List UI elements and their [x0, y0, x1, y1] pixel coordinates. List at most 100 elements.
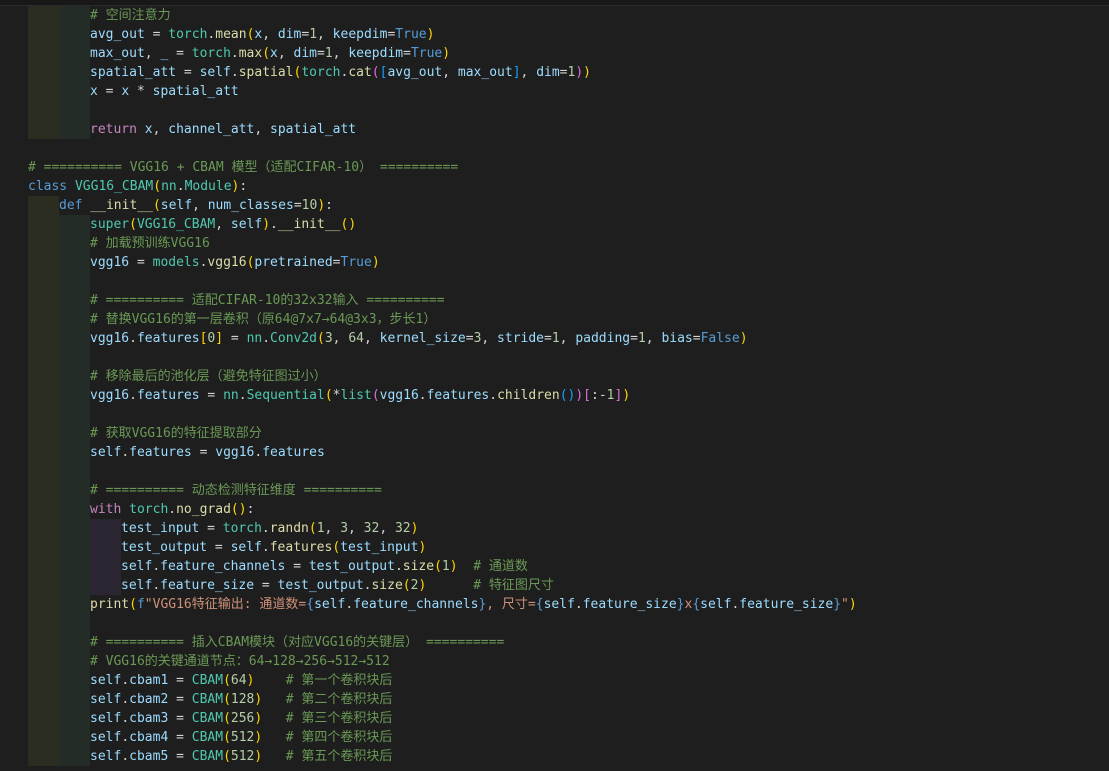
- code-line[interactable]: # 加载预训练VGG16: [90, 234, 210, 253]
- code-line[interactable]: spatial_att = self.spatial(torch.cat([av…: [90, 63, 591, 82]
- code-token: .: [121, 711, 130, 726]
- code-line[interactable]: # 空间注意力: [90, 6, 171, 25]
- code-token: x: [144, 122, 153, 137]
- code-line[interactable]: # ========== 插入CBAM模块（对应VGG16的关键层） =====…: [90, 633, 504, 652]
- code-token: .: [121, 730, 130, 745]
- code-token: .: [230, 46, 239, 61]
- code-token: # 特征图尺寸: [473, 578, 554, 593]
- code-token: =: [293, 198, 302, 213]
- code-token: ,: [481, 331, 498, 346]
- indent-guide: [59, 310, 90, 329]
- indent-guide: [59, 215, 90, 234]
- code-line[interactable]: self.features = vgg16.features: [90, 443, 325, 462]
- code-token: # ========== 适配CIFAR-10的32x32输入 ========…: [90, 293, 445, 308]
- indent-guide: [59, 63, 90, 82]
- code-line[interactable]: self.feature_channels = test_output.size…: [121, 557, 528, 576]
- code-token: torch: [129, 502, 169, 517]
- code-token: 1: [309, 27, 318, 42]
- indent-guide: [28, 367, 59, 386]
- indent-guide: [28, 253, 59, 272]
- code-line[interactable]: self.cbam1 = CBAM(64) # 第一个卷积块后: [90, 671, 392, 690]
- code-line[interactable]: # ========== VGG16 + CBAM 模型（适配CIFAR-10）…: [28, 158, 458, 177]
- code-line[interactable]: return x, channel_att, spatial_att: [90, 120, 356, 139]
- code-line[interactable]: print(f"VGG16特征输出: 通道数={self.feature_cha…: [90, 595, 857, 614]
- code-token: avg_out: [90, 27, 145, 42]
- code-token: ): [371, 255, 380, 270]
- code-line[interactable]: max_out, _ = torch.max(x, dim=1, keepdim…: [90, 44, 450, 63]
- code-token: f: [136, 597, 145, 612]
- indent-guide: [59, 291, 90, 310]
- code-line[interactable]: def __init__(self, num_classes=10):: [59, 196, 333, 215]
- indent-guide: [59, 671, 90, 690]
- code-token: 3: [340, 521, 349, 536]
- code-line[interactable]: super(VGG16_CBAM, self).__init__(): [90, 215, 356, 234]
- indent-guide: [28, 500, 59, 519]
- code-token: self: [160, 198, 193, 213]
- code-line[interactable]: # ========== 动态检测特征维度 ==========: [90, 481, 382, 500]
- code-token: (): [340, 217, 357, 232]
- code-token: bias: [661, 331, 693, 346]
- code-line[interactable]: x = x * spatial_att: [90, 82, 239, 101]
- code-token: self: [314, 597, 346, 612]
- code-token: self: [90, 692, 122, 707]
- code-editor[interactable]: # 空间注意力 avg_out = torch.mean(x, dim=1, ke…: [0, 0, 1109, 771]
- code-token: ,: [317, 27, 333, 42]
- code-line[interactable]: self.cbam5 = CBAM(512) # 第五个卷积块后: [90, 747, 392, 766]
- code-token: (: [324, 388, 333, 403]
- code-line[interactable]: avg_out = torch.mean(x, dim=1, keepdim=T…: [90, 25, 434, 44]
- code-token: nn: [223, 388, 239, 403]
- indent-guide: [90, 538, 121, 557]
- code-line[interactable]: vgg16.features[0] = nn.Conv2d(3, 64, ker…: [90, 329, 748, 348]
- code-token: padding: [575, 331, 631, 346]
- code-line[interactable]: with torch.no_grad():: [90, 500, 254, 519]
- code-token: test_output: [277, 578, 364, 593]
- code-line[interactable]: # 获取VGG16的特征提取部分: [90, 424, 262, 443]
- indent-guide: [28, 386, 59, 405]
- code-line[interactable]: test_input = torch.randn(1, 3, 32, 32): [121, 519, 418, 538]
- code-token: nn: [161, 179, 177, 194]
- code-token: (: [153, 179, 162, 194]
- code-line[interactable]: self.cbam4 = CBAM(512) # 第四个卷积块后: [90, 728, 392, 747]
- code-line[interactable]: # VGG16的关键通道节点：64→128→256→512→512: [90, 652, 390, 671]
- code-token: ,: [332, 46, 349, 61]
- code-token: vgg16: [379, 388, 419, 403]
- code-line[interactable]: self.cbam2 = CBAM(128) # 第二个卷积块后: [90, 690, 392, 709]
- code-token: =: [97, 84, 122, 99]
- code-token: self: [90, 445, 122, 460]
- indent-guide: [28, 557, 59, 576]
- code-line[interactable]: vgg16.features = nn.Sequential(*list(vgg…: [90, 386, 630, 405]
- code-token: =: [199, 521, 223, 536]
- code-token: feature_size: [582, 597, 677, 612]
- code-line[interactable]: vgg16 = models.vgg16(pretrained=True): [90, 253, 380, 272]
- code-token: 64: [230, 673, 247, 688]
- code-line[interactable]: # 替换VGG16的第一层卷积（原64@7x7→64@3x3，步长1）: [90, 310, 436, 329]
- indent-guide: [28, 747, 59, 766]
- code-token: self: [230, 217, 263, 232]
- code-token: =: [630, 331, 638, 346]
- code-line[interactable]: test_output = self.features(test_input): [121, 538, 426, 557]
- indent-guide: [28, 234, 59, 253]
- indent-guide: [28, 424, 59, 443]
- indent-guide: [59, 120, 90, 139]
- code-line[interactable]: self.cbam3 = CBAM(256) # 第三个卷积块后: [90, 709, 392, 728]
- code-token: ): [262, 217, 271, 232]
- code-token: =: [317, 46, 325, 61]
- code-token: (: [152, 198, 161, 213]
- code-token: max_out: [90, 46, 145, 61]
- code-token: class: [28, 179, 68, 194]
- code-token: (: [371, 65, 380, 80]
- code-token: =: [176, 65, 200, 80]
- code-line[interactable]: # 移除最后的池化层（避免特征图过小）: [90, 367, 327, 386]
- indent-guide: [59, 272, 90, 291]
- code-line[interactable]: class VGG16_CBAM(nn.Module):: [28, 177, 247, 196]
- indent-guide: [59, 557, 90, 576]
- indent-guide: [28, 728, 59, 747]
- code-line[interactable]: # ========== 适配CIFAR-10的32x32输入 ========…: [90, 291, 445, 310]
- indent-guide: [59, 690, 90, 709]
- code-token: (: [223, 692, 231, 707]
- indent-guide: [59, 82, 90, 101]
- code-token: size: [371, 578, 403, 593]
- code-line[interactable]: self.feature_size = test_output.size(2) …: [121, 576, 554, 595]
